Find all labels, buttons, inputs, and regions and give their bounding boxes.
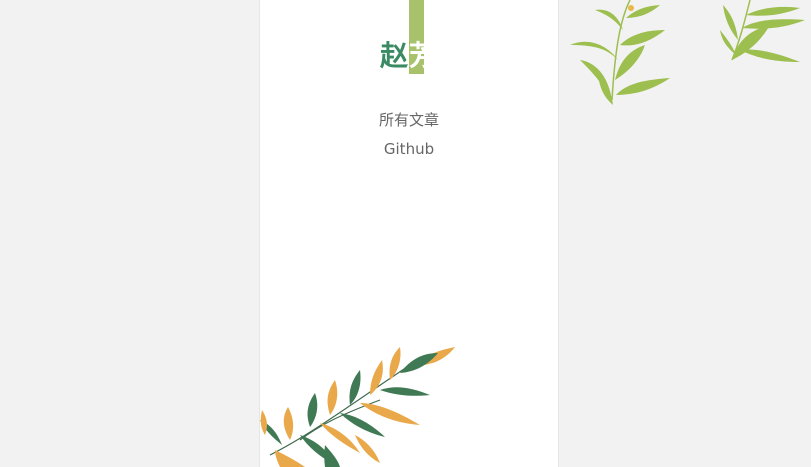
nav-item-all-posts[interactable]: 所有文章 xyxy=(260,106,558,135)
site-title[interactable]: 赵芳 xyxy=(260,38,558,74)
page: 赵芳 所有文章 Github xyxy=(0,0,811,467)
site-title-char-1: 赵 xyxy=(379,39,409,72)
bamboo-leaves-top-icon xyxy=(570,0,805,105)
site-title-char-2: 芳 xyxy=(409,39,439,72)
sidebar: 赵芳 所有文章 Github xyxy=(259,0,559,467)
nav-item-github[interactable]: Github xyxy=(260,135,558,164)
bamboo-branch-bottom-icon xyxy=(260,347,455,467)
sidebar-nav: 所有文章 Github xyxy=(260,106,558,164)
